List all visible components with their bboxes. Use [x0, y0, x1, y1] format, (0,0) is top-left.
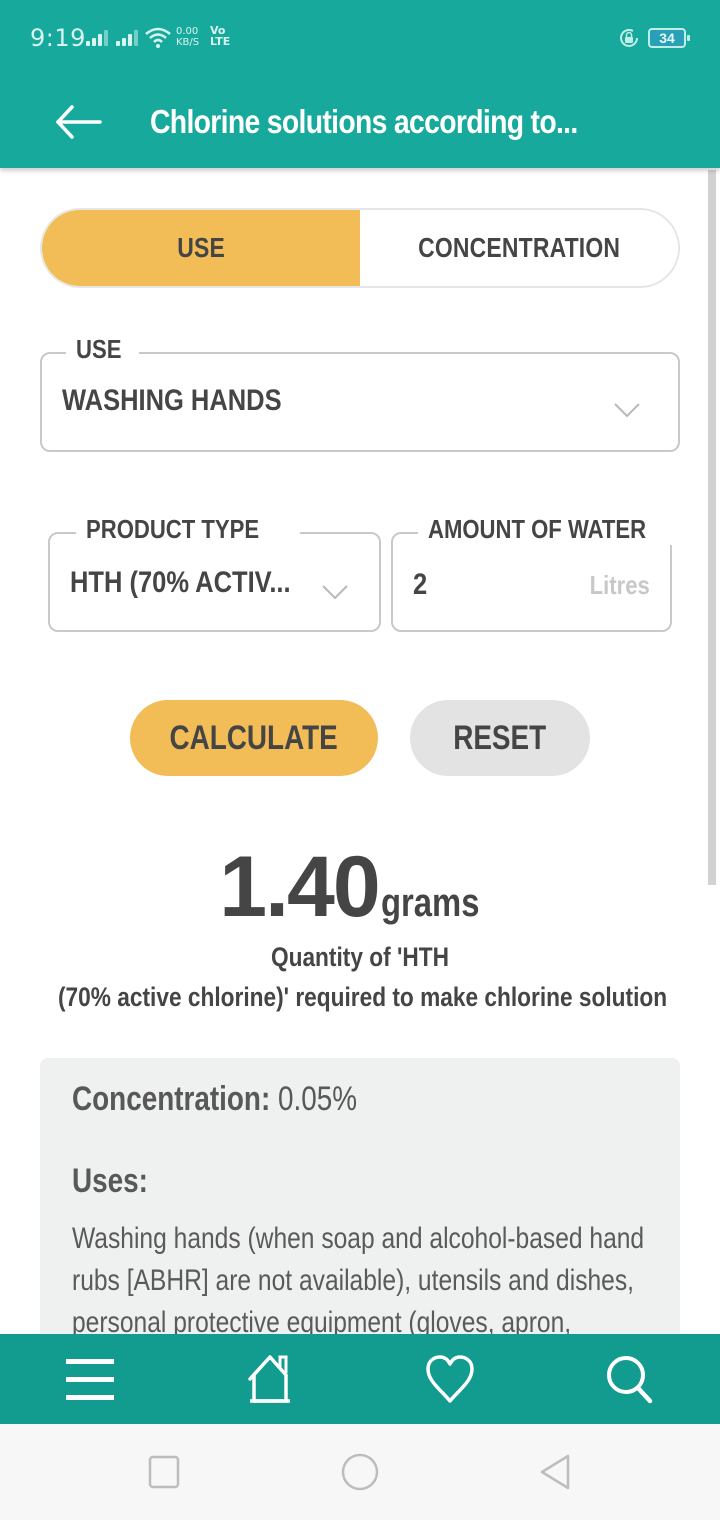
calculate-button[interactable]: CALCULATE [130, 700, 378, 776]
tab-concentration-label: CONCENTRATION [418, 232, 620, 263]
concentration-label: Concentration: 0.05% [72, 1080, 358, 1118]
signal-icon [86, 30, 110, 46]
home-circle-icon[interactable] [340, 1452, 380, 1492]
search-icon [607, 1356, 653, 1404]
app-bar: Chlorine solutions according to... [0, 76, 720, 168]
status-time: 9:19 [30, 24, 86, 52]
heart-icon [426, 1355, 474, 1403]
result: 1.40grams [0, 838, 720, 937]
nav-favorites[interactable] [360, 1334, 540, 1424]
use-label: USE [66, 334, 140, 365]
tab-use-label: USE [177, 232, 225, 263]
nav-home[interactable] [180, 1334, 360, 1424]
concentration-row: Concentration: 0.05% [72, 1080, 420, 1119]
signal-icon [116, 30, 140, 46]
nav-menu[interactable] [0, 1334, 180, 1424]
status-bar: 9:19 0.00 KB/S Vo LTE 34 [0, 0, 720, 76]
reset-button[interactable]: RESET [410, 700, 590, 776]
network-speed: 0.00 KB/S [176, 26, 199, 48]
info-card: Concentration: 0.05% Uses: Washing hands… [40, 1058, 680, 1348]
wifi-icon [145, 27, 171, 48]
tab-concentration[interactable]: CONCENTRATION [360, 210, 678, 286]
amount-of-water-input[interactable]: AMOUNT OF WATER 2 Litres [391, 514, 695, 632]
volte-bottom: LTE [210, 35, 231, 48]
product-type-label: PRODUCT TYPE [76, 514, 300, 545]
amount-of-water-label: AMOUNT OF WATER [418, 514, 695, 545]
back-triangle-icon[interactable] [536, 1452, 576, 1492]
bottom-nav [0, 1334, 720, 1424]
uses-row: Uses: [72, 1162, 165, 1201]
amount-unit-label: Litres [589, 570, 650, 600]
chevron-down-icon [614, 403, 640, 418]
result-unit: grams [380, 881, 480, 925]
rotate-lock-icon [620, 28, 638, 47]
result-caption-line2: (70% active chlorine)' required to make … [58, 982, 668, 1012]
recent-apps-icon[interactable] [144, 1452, 184, 1492]
concentration-value: 0.05% [270, 1080, 358, 1118]
system-nav-bar [0, 1424, 720, 1520]
uses-text: Washing hands (when soap and alcohol-bas… [72, 1222, 645, 1339]
tab-use[interactable]: USE [42, 210, 360, 286]
amount-of-water-value[interactable]: 2 [413, 568, 430, 602]
product-type-dropdown[interactable]: PRODUCT TYPE HTH (70% ACTIV... [48, 514, 381, 632]
use-value: WASHING HANDS [62, 384, 282, 417]
nav-search[interactable] [540, 1334, 720, 1424]
back-button[interactable] [52, 94, 108, 150]
menu-icon [66, 1359, 114, 1400]
result-caption-line1: Quantity of 'HTH [270, 942, 450, 972]
battery-icon: 34 [648, 28, 690, 48]
arrow-left-icon [56, 105, 102, 139]
network-speed-unit: KB/S [176, 37, 200, 48]
result-value: 1.40 [219, 839, 380, 935]
network-speed-value: 0.00 [176, 26, 199, 37]
chevron-down-icon [322, 585, 348, 600]
mode-tabs: USE CONCENTRATION [40, 208, 680, 288]
page-title: Chlorine solutions according to... [150, 103, 578, 140]
scrollbar[interactable] [708, 170, 716, 885]
home-icon [248, 1355, 290, 1403]
use-dropdown[interactable]: USE WASHING HANDS [40, 334, 680, 452]
volte-indicator: Vo LTE [210, 25, 230, 47]
uses-label: Uses: [72, 1162, 148, 1200]
product-type-value: HTH (70% ACTIV... [70, 566, 291, 599]
